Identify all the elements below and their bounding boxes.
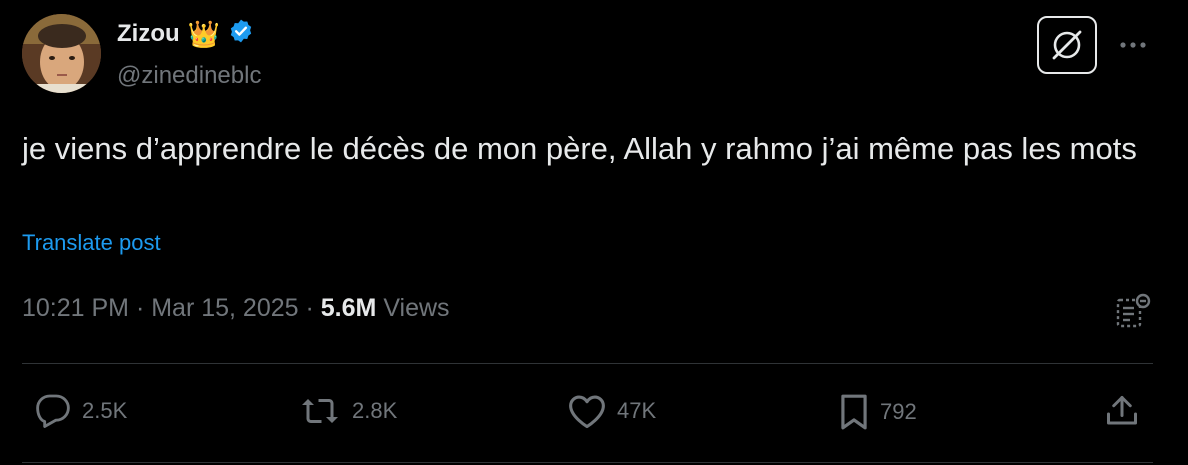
bookmark-icon bbox=[841, 394, 867, 430]
share-icon bbox=[1107, 396, 1137, 425]
avatar[interactable] bbox=[22, 14, 101, 93]
tweet-date[interactable]: Mar 15, 2025 bbox=[151, 294, 298, 323]
bookmark-count: 792 bbox=[880, 399, 917, 424]
like-button[interactable]: 47K bbox=[567, 393, 656, 429]
more-button[interactable] bbox=[1115, 30, 1151, 60]
verified-badge-icon bbox=[228, 18, 254, 49]
heart-icon bbox=[569, 395, 605, 429]
author-handle[interactable]: @zinedineblc bbox=[117, 62, 261, 90]
reply-icon bbox=[36, 394, 70, 428]
more-icon bbox=[1120, 42, 1146, 48]
views-count: 5.6M bbox=[320, 294, 377, 322]
author-display-name[interactable]: Zizou bbox=[117, 20, 180, 48]
author-name-row[interactable]: Zizou 👑 bbox=[117, 18, 254, 49]
avatar-image bbox=[22, 14, 101, 93]
repost-icon bbox=[302, 399, 338, 423]
views-label: Views bbox=[376, 294, 450, 322]
crown-emoji: 👑 bbox=[187, 18, 221, 49]
reply-button[interactable]: 2.5K bbox=[34, 393, 127, 429]
tweet-time[interactable]: 10:21 PM bbox=[22, 294, 129, 323]
analytics-button[interactable] bbox=[1114, 292, 1154, 332]
grok-icon bbox=[1052, 30, 1082, 60]
reply-count: 2.5K bbox=[82, 398, 128, 423]
repost-count: 2.8K bbox=[352, 398, 398, 423]
repost-button[interactable]: 2.8K bbox=[298, 393, 397, 429]
share-button[interactable] bbox=[1104, 393, 1140, 429]
tweet-meta: 10:21 PM · Mar 15, 2025 · 5.6M Views bbox=[22, 294, 450, 323]
divider bbox=[22, 363, 1153, 364]
meta-separator: · bbox=[129, 294, 152, 322]
like-count: 47K bbox=[617, 398, 657, 423]
tweet-text: je viens d’apprendre le décès de mon pèr… bbox=[22, 131, 1137, 166]
divider bbox=[22, 462, 1153, 463]
bookmark-button[interactable]: 792 bbox=[838, 393, 917, 431]
meta-separator: · bbox=[298, 294, 321, 322]
analytics-icon bbox=[1116, 293, 1151, 328]
translate-post-link[interactable]: Translate post bbox=[22, 230, 161, 256]
grok-button[interactable] bbox=[1037, 16, 1097, 74]
